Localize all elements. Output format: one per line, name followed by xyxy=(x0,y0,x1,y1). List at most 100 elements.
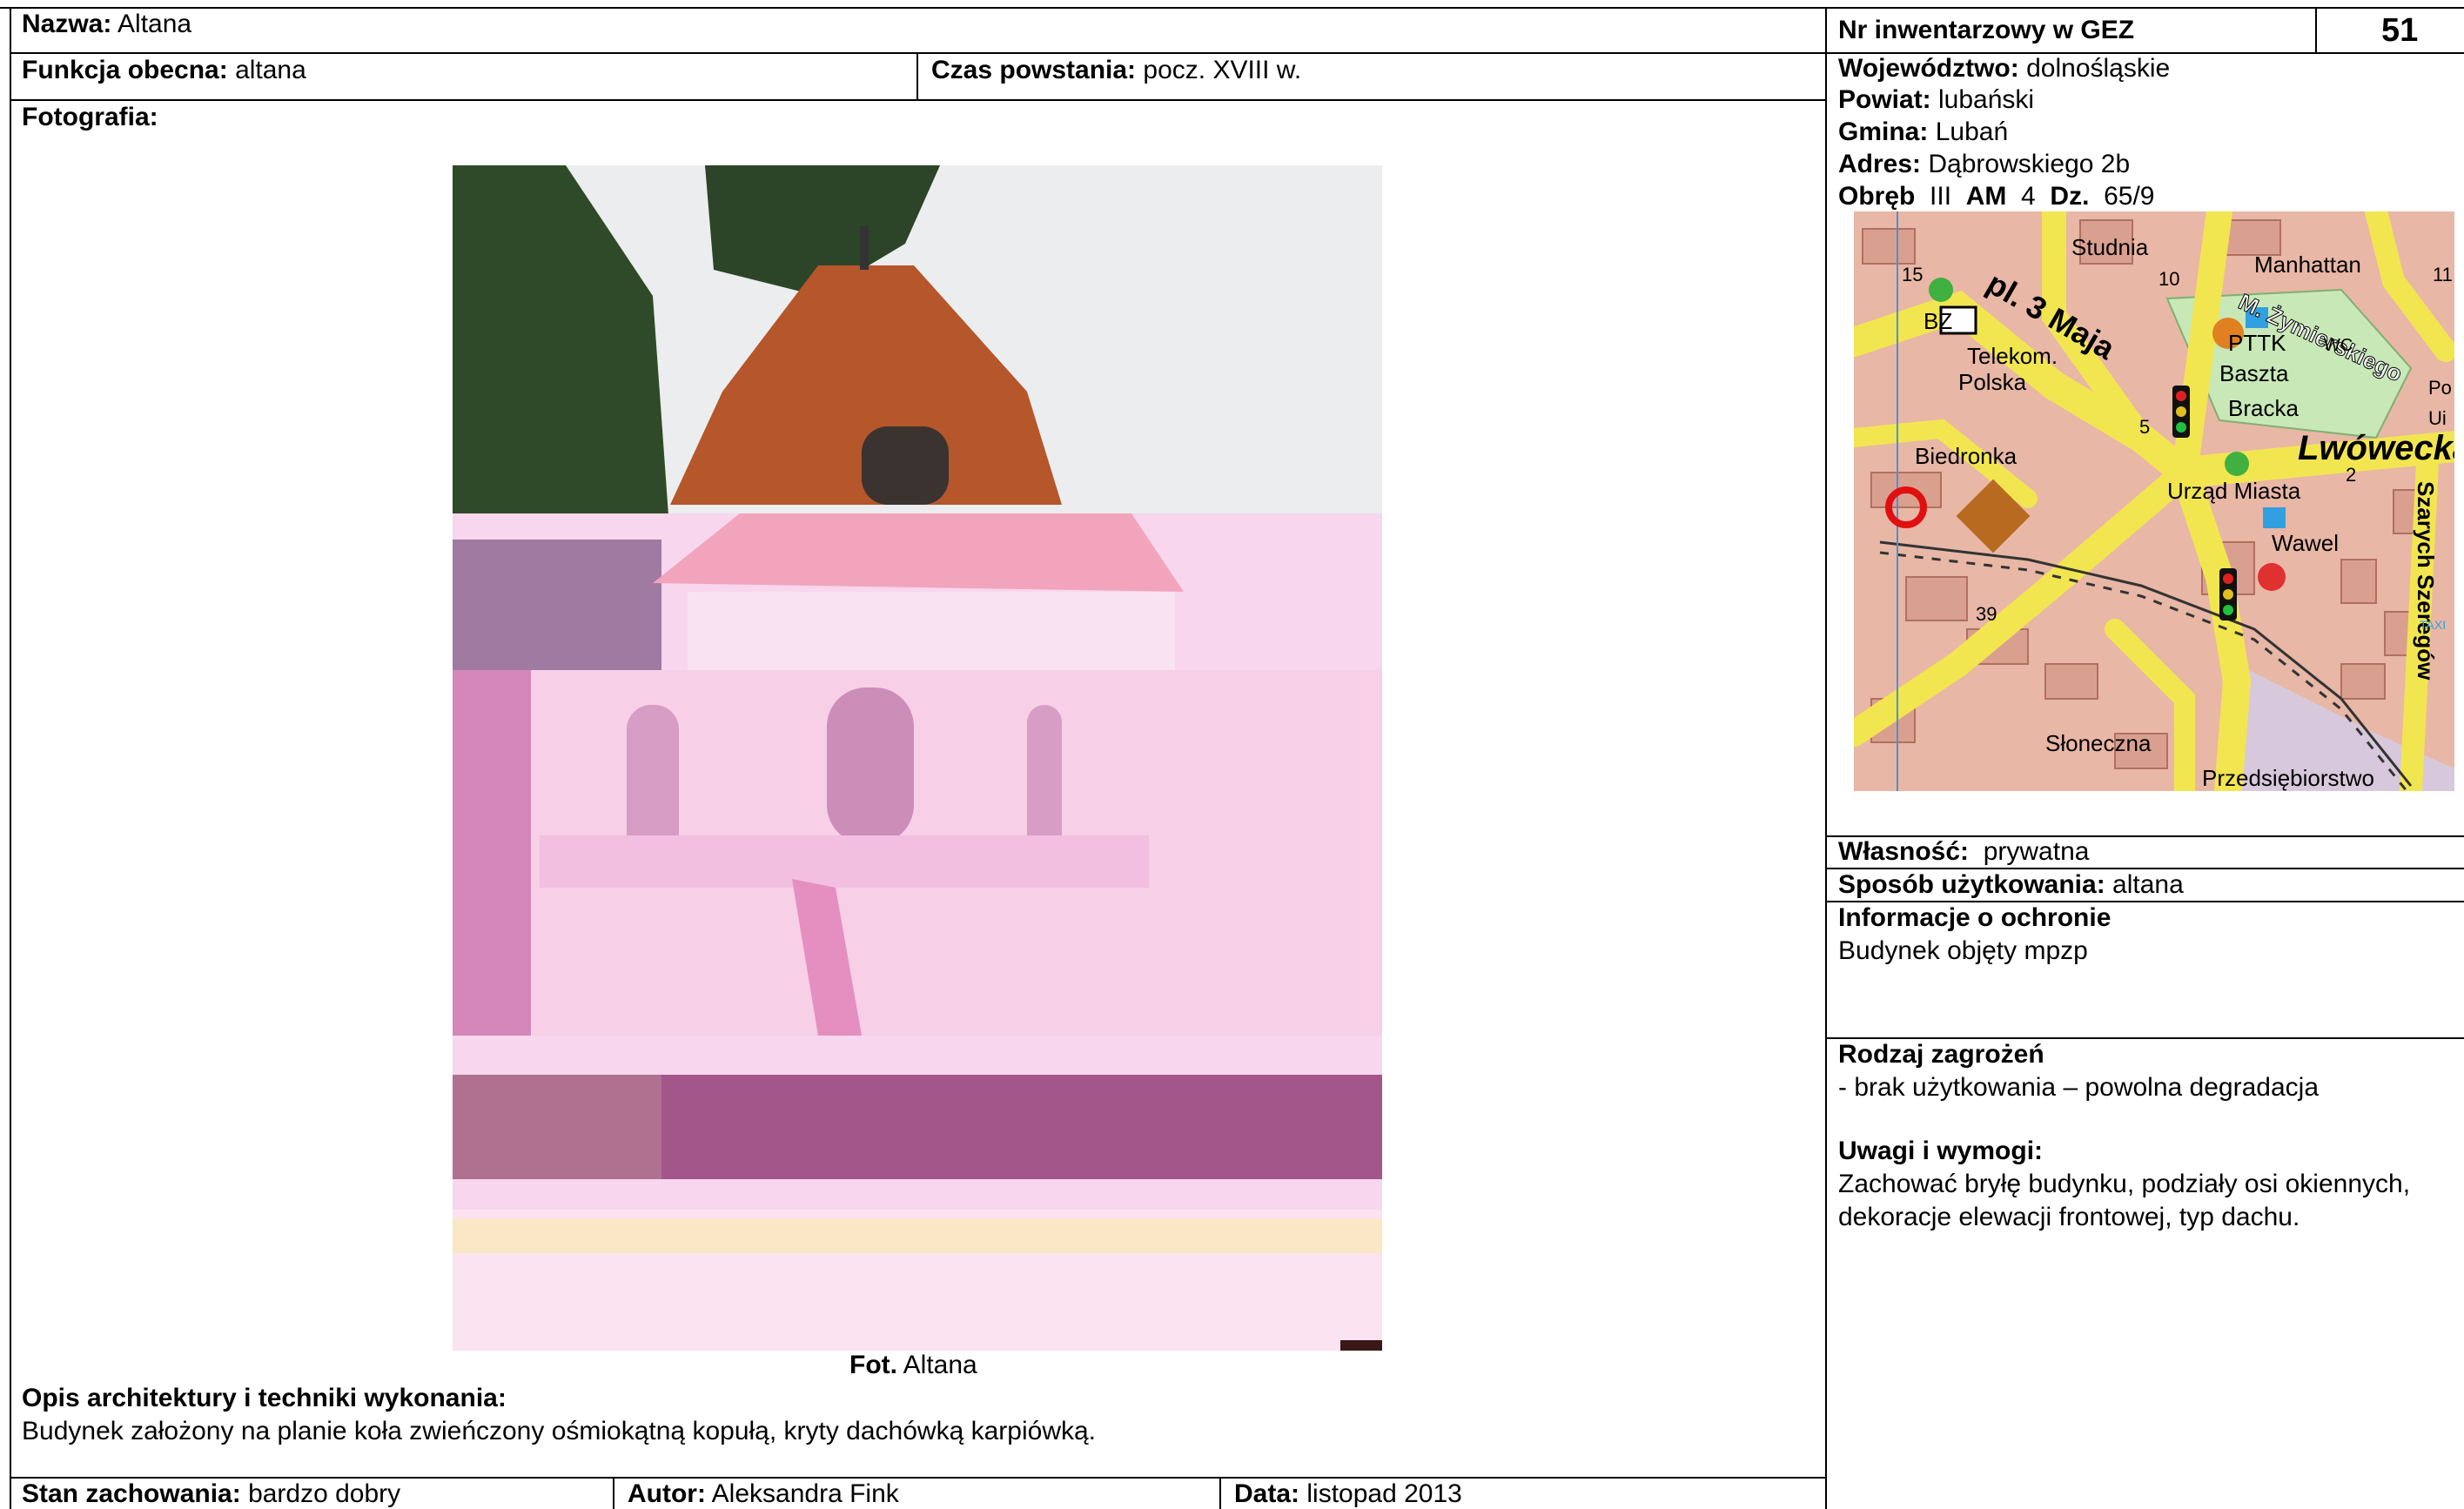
remarks-line-1: Zachować bryłę budynku, podziały osi oki… xyxy=(1838,1170,2411,1198)
protection-title: Informacje o ochronie xyxy=(1838,903,2112,932)
voivodeship-value: dolnośląskie xyxy=(2026,54,2171,83)
usage-label: Sposób użytkowania: xyxy=(1838,870,2105,899)
map-label: Polska xyxy=(1958,369,2027,395)
map-label: 2 xyxy=(2346,464,2356,486)
name-label: Nazwa: xyxy=(22,10,112,38)
map-label: TAXI xyxy=(2420,618,2446,632)
am-value: 4 xyxy=(2021,182,2036,211)
period-label: Czas powstania: xyxy=(931,56,1137,84)
left-border xyxy=(10,7,11,1509)
plot-label: Dz. xyxy=(2050,182,2090,211)
remarks-line-2: dekoracje elewacji frontowej, typ dachu. xyxy=(1838,1203,2300,1231)
am-label: AM xyxy=(1965,182,2007,211)
ownership-label: Własność: xyxy=(1838,837,1970,866)
name-value: Altana xyxy=(117,10,192,38)
caption-label: Fot. xyxy=(849,1351,897,1379)
map-label: Baszta xyxy=(2219,360,2289,386)
location-map: Studnia Manhattan M. Żymierskiego pl. 3 … xyxy=(1854,211,2454,791)
map-label: PTTK xyxy=(2228,330,2286,356)
county-value: lubański xyxy=(1938,85,2035,114)
map-label: Ui xyxy=(2428,407,2447,429)
caption-value: Altana xyxy=(903,1351,977,1379)
cadastral-field: Obręb III AM 4 Dz. 65/9 xyxy=(1838,182,2154,211)
ownership-bottom-line xyxy=(1825,868,2464,869)
condition-label: Stan zachowania: xyxy=(22,1479,241,1508)
map-label: Po xyxy=(2428,377,2452,399)
name-field: Nazwa: Altana xyxy=(22,10,191,39)
map-label: 5 xyxy=(2139,416,2150,438)
address-field: Adres: Dąbrowskiego 2b xyxy=(1838,150,2130,179)
commune-label: Gmina: xyxy=(1838,117,1929,146)
period-value: pocz. XVIII w. xyxy=(1143,56,1302,84)
commune-field: Gmina: Lubań xyxy=(1838,117,2008,147)
usage-field: Sposób użytkowania: altana xyxy=(1838,870,2184,900)
map-label: BZ xyxy=(1924,308,1952,334)
map-label: Biedronka xyxy=(1915,443,2018,469)
county-label: Powiat: xyxy=(1838,85,1931,114)
map-label: 11 xyxy=(2433,264,2453,285)
map-label: Lwówecka xyxy=(2298,429,2454,467)
period-field: Czas powstania: pocz. XVIII w. xyxy=(931,56,1301,85)
remarks-title: Uwagi i wymogi: xyxy=(1838,1137,2044,1165)
ownership-value: prywatna xyxy=(1983,837,2090,866)
map-label: 10 xyxy=(2159,268,2179,290)
row2-bottom xyxy=(10,99,1827,101)
precinct-value: III xyxy=(1930,182,1952,211)
photo-graphic xyxy=(453,165,1382,1351)
inventory-label: Nr inwentarzowy w GEZ xyxy=(1838,16,2135,44)
bank-icon-2 xyxy=(2225,452,2249,476)
ownership-field: Własność: prywatna xyxy=(1838,837,2089,867)
map-label: WC xyxy=(2324,336,2353,355)
threats-title: Rodzaj zagrożeń xyxy=(1838,1040,2044,1069)
map-label: Wawel xyxy=(2272,530,2339,556)
map-label: Manhattan xyxy=(2254,252,2361,278)
lower-roof xyxy=(653,513,1184,592)
footer-top xyxy=(10,1477,1827,1479)
function-field: Funkcja obecna: altana xyxy=(22,56,306,85)
function-label: Funkcja obecna: xyxy=(22,56,228,84)
top-border xyxy=(0,7,2464,9)
map-label: Telekom. xyxy=(1967,343,2058,369)
finial xyxy=(860,226,869,270)
map-label: 39 xyxy=(1976,603,1997,625)
photo-label: Fotografia: xyxy=(22,103,158,131)
commune-value: Lubań xyxy=(1935,117,2009,146)
usage-bottom-line xyxy=(1825,901,2464,902)
function-value: altana xyxy=(235,56,306,84)
inventory-number: 51 xyxy=(2381,12,2419,49)
footer-divider-2 xyxy=(1219,1477,1221,1509)
map-label: Szarych Szeregów xyxy=(2413,481,2439,681)
building-photo xyxy=(453,165,1382,1351)
map-label: Studnia xyxy=(2071,234,2149,260)
date-value: listopad 2013 xyxy=(1306,1479,1462,1508)
voivodeship-label: Województwo: xyxy=(1838,54,2019,83)
middle-divider xyxy=(1825,7,1827,1509)
protection-text: Budynek objęty mpzp xyxy=(1838,936,2088,965)
description-text: Budynek założony na planie koła zwieńczo… xyxy=(22,1417,1096,1445)
description-title: Opis architektury i techniki wykonania: xyxy=(22,1384,507,1412)
voivodeship-field: Województwo: dolnośląskie xyxy=(1838,54,2170,84)
map-graphic: Studnia Manhattan M. Żymierskiego pl. 3 … xyxy=(1854,211,2454,791)
map-label: Słoneczna xyxy=(2045,730,2152,756)
map-label: Urząd Miasta xyxy=(2167,478,2301,504)
bank-icon xyxy=(1929,278,1953,302)
map-label: Bracka xyxy=(2228,395,2299,421)
date-field: Data: listopad 2013 xyxy=(1234,1479,1462,1509)
photo-caption: Fot. Altana xyxy=(849,1351,977,1380)
threats-text: - brak użytkowania – powolna degradacja xyxy=(1838,1073,2319,1102)
balcony xyxy=(540,835,1149,888)
author-label: Autor: xyxy=(628,1479,706,1508)
usage-value: altana xyxy=(2112,870,2184,899)
precinct-label: Obręb xyxy=(1838,182,1916,211)
map-label: Przedsiębiorstwo xyxy=(2202,765,2374,791)
date-label: Data: xyxy=(1234,1479,1300,1508)
hospital-icon xyxy=(2258,563,2286,591)
window xyxy=(827,687,914,844)
county-field: Powiat: lubański xyxy=(1838,85,2034,115)
row2-divider xyxy=(916,52,918,101)
condition-field: Stan zachowania: bardzo dobry xyxy=(22,1479,400,1509)
condition-value: bardzo dobry xyxy=(248,1479,401,1508)
address-value: Dąbrowskiego 2b xyxy=(1928,150,2131,178)
author-field: Autor: Aleksandra Fink xyxy=(628,1479,899,1509)
info-icon-2 xyxy=(2263,507,2286,528)
